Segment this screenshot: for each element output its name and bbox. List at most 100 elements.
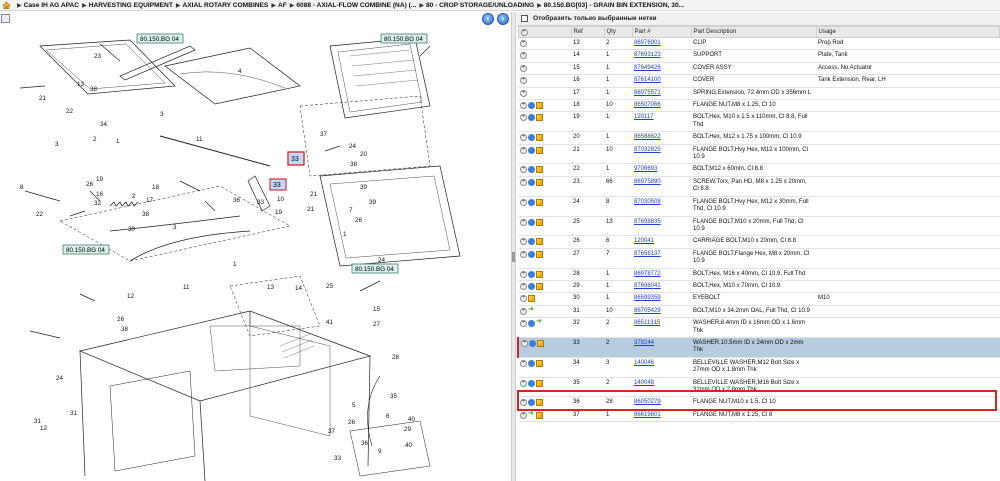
plus-icon[interactable] bbox=[520, 250, 527, 258]
callout-number[interactable]: 36 bbox=[233, 197, 241, 204]
table-row[interactable]: 20186588622 BOLT,Hex, M12 x 1.75 x 100mm,… bbox=[518, 131, 1000, 145]
arrow-icon[interactable] bbox=[536, 318, 543, 327]
info-icon[interactable] bbox=[528, 114, 535, 122]
callout-number[interactable]: 2 bbox=[93, 136, 97, 143]
part-number-link[interactable]: 86978772 bbox=[634, 271, 661, 277]
box-icon[interactable] bbox=[536, 178, 543, 186]
callout-number[interactable]: 34 bbox=[100, 121, 108, 128]
table-row[interactable]: 28186978772 BOLT,Hex, M16 x 40mm, Cl 10.9… bbox=[518, 268, 1000, 281]
callout-number[interactable]: 1 bbox=[116, 138, 120, 145]
table-row[interactable]: 332378244 WASHER,10.5mm ID x 24mm OD x 2m… bbox=[517, 337, 1000, 358]
callout-number[interactable]: 4 bbox=[238, 68, 242, 75]
callout-number[interactable]: 29 bbox=[404, 426, 412, 433]
table-row[interactable]: 211087032825 FLANGE BOLT,Hvy Hex, M12 x 1… bbox=[518, 144, 1000, 165]
callout-number[interactable]: 32 bbox=[94, 200, 102, 207]
plus-icon[interactable] bbox=[520, 113, 527, 122]
plus-icon[interactable] bbox=[520, 319, 527, 328]
callout-number[interactable]: 40 bbox=[405, 442, 413, 449]
part-number-link[interactable]: 87030508 bbox=[634, 199, 661, 205]
table-row[interactable]: 352140048 BELLEVILLE WASHER,M16 Bolt Size… bbox=[518, 377, 1000, 398]
callout-number[interactable]: 6 bbox=[386, 413, 390, 420]
table-row[interactable]: 2219706693 BOLT,M12 x 60mm, Cl 8.8 bbox=[518, 163, 1000, 177]
callout-number[interactable]: 2 bbox=[132, 193, 136, 200]
part-number-link[interactable]: 86619801 bbox=[634, 412, 661, 418]
callout-number[interactable]: 39 bbox=[360, 184, 368, 191]
part-number-link[interactable]: 140048 bbox=[634, 380, 654, 386]
callout-number[interactable]: 21 bbox=[310, 191, 318, 198]
table-row[interactable]: 13286976901 CLIPProp Rod bbox=[518, 37, 1000, 51]
part-number-link[interactable]: 86511315 bbox=[634, 320, 660, 326]
table-row[interactable]: 24887030508 FLANGE BOLT,Hvy Hex, M12 x 30… bbox=[518, 196, 1000, 217]
breadcrumb-item[interactable]: 6088 - AXIAL-FLOW COMBINE (NA) (... bbox=[296, 2, 416, 9]
breadcrumb-item[interactable]: AF bbox=[278, 2, 287, 9]
info-icon[interactable] bbox=[528, 166, 535, 174]
callout-number[interactable]: 11 bbox=[183, 284, 190, 291]
column-header[interactable]: Ref bbox=[570, 26, 605, 38]
table-row[interactable]: 29187696041 BOLT,Hex, M10 x 70mm, Cl 10.9 bbox=[518, 280, 1000, 294]
info-icon[interactable] bbox=[528, 399, 535, 407]
exploded-parts-diagram[interactable]: 80.150.BG 04 80.150.BG 04 80.150.BG 04 8… bbox=[0, 26, 510, 481]
table-row[interactable]: 362886050279 FLANGE NUT,M10 x 1.5, Cl 10 bbox=[518, 396, 1000, 410]
callout-number[interactable]: 30 bbox=[128, 226, 136, 233]
box-icon[interactable] bbox=[536, 238, 543, 246]
callout-number[interactable]: 5 bbox=[352, 402, 356, 409]
print-icon[interactable] bbox=[1, 14, 10, 23]
callout-number[interactable]: 38 bbox=[350, 161, 358, 168]
callout-number[interactable]: 3 bbox=[173, 224, 177, 231]
box-icon[interactable] bbox=[536, 114, 543, 122]
info-icon[interactable] bbox=[528, 178, 535, 186]
box-icon[interactable] bbox=[536, 270, 543, 278]
info-icon[interactable] bbox=[528, 218, 535, 226]
callout-number[interactable]: 38 bbox=[142, 211, 150, 218]
plus-icon[interactable] bbox=[520, 379, 527, 387]
plus-icon[interactable] bbox=[520, 282, 527, 290]
part-number-link[interactable]: 9706693 bbox=[634, 166, 657, 172]
callout-number[interactable]: 13 bbox=[77, 81, 85, 88]
plus-icon[interactable] bbox=[520, 359, 527, 367]
callout-number[interactable]: 26 bbox=[355, 217, 363, 224]
table-row[interactable]: 181086507066 FLANGE NUT,M8 x 1.25, Cl 10 bbox=[518, 99, 1000, 113]
part-number-link[interactable]: 87698835 bbox=[634, 219, 661, 225]
callout-number[interactable]: 35 bbox=[390, 393, 398, 400]
plus-icon[interactable] bbox=[520, 411, 527, 419]
column-header[interactable]: Usage bbox=[815, 26, 1000, 38]
table-row[interactable]: 14187693123 SUPPORTPlate, Tank bbox=[518, 49, 1000, 63]
callout-number[interactable]: 20 bbox=[360, 151, 368, 158]
part-number-link[interactable]: 86705429 bbox=[634, 308, 661, 314]
plus-icon[interactable] bbox=[520, 198, 527, 206]
previous-button[interactable]: ‹ bbox=[482, 13, 494, 25]
info-icon[interactable] bbox=[528, 250, 535, 258]
part-number-link[interactable]: 120041 bbox=[634, 238, 654, 244]
box-icon[interactable] bbox=[536, 250, 543, 258]
plus-icon[interactable] bbox=[520, 218, 527, 226]
breadcrumb-item[interactable]: 80 - CROP STORAGE/UNLOADING bbox=[426, 2, 534, 9]
callout-number[interactable]: 10 bbox=[277, 196, 285, 203]
column-header[interactable]: Qty bbox=[603, 26, 633, 38]
part-number-link[interactable]: 87032825 bbox=[634, 147, 661, 153]
callout-number[interactable]: 3 bbox=[160, 111, 164, 118]
box-icon[interactable] bbox=[536, 399, 543, 407]
callout-number[interactable]: 13 bbox=[267, 284, 275, 291]
part-number-link[interactable]: 87693123 bbox=[634, 52, 661, 58]
table-row[interactable]: 343140046 BELLEVILLE WASHER,M12 Bolt Size… bbox=[518, 357, 1000, 378]
table-row[interactable]: 251387698835 FLANGE BOLT,M10 x 20mm, Full… bbox=[518, 216, 1000, 237]
box-icon[interactable] bbox=[536, 166, 543, 174]
box-icon[interactable] bbox=[536, 359, 543, 367]
callout-number[interactable]: 33 bbox=[257, 199, 265, 206]
column-header[interactable] bbox=[517, 26, 572, 38]
part-number-link[interactable]: 86975571 bbox=[634, 90, 661, 96]
callout-number[interactable]: 15 bbox=[373, 306, 381, 313]
next-button[interactable]: › bbox=[497, 13, 509, 25]
info-icon[interactable] bbox=[528, 282, 535, 290]
info-icon[interactable] bbox=[529, 339, 536, 347]
callout-number[interactable]: 19 bbox=[275, 209, 283, 216]
callout-number[interactable]: 37 bbox=[328, 428, 336, 435]
part-number-link[interactable]: 86588622 bbox=[634, 134, 661, 140]
plus-icon[interactable] bbox=[521, 339, 528, 347]
table-row[interactable]: 27787656137 FLANGE BOLT,Flange Hex, M8 x … bbox=[518, 248, 1000, 269]
info-icon[interactable] bbox=[528, 134, 535, 142]
callout-number[interactable]: 31 bbox=[70, 410, 78, 417]
callout-number[interactable]: 39 bbox=[369, 199, 377, 206]
table-row[interactable]: 37186619801 FLANGE NUT,M8 x 1.25, Cl 8 bbox=[518, 409, 1000, 423]
column-header[interactable]: Part # bbox=[631, 26, 692, 38]
